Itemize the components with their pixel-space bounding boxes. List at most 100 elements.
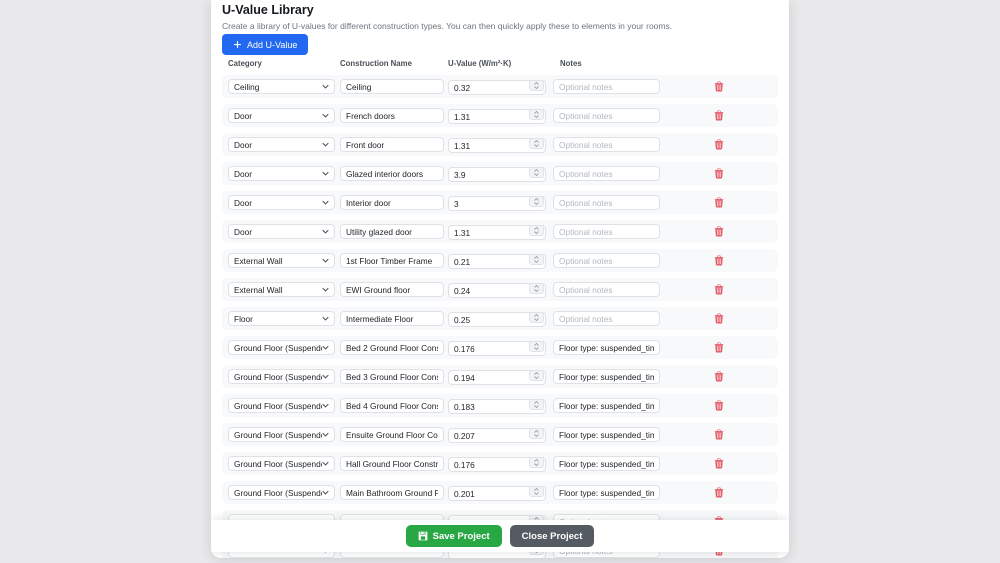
construction-name-input[interactable] xyxy=(340,166,444,181)
chevron-down-icon xyxy=(322,374,329,379)
add-uvalue-button[interactable]: Add U-Value xyxy=(222,34,308,55)
category-select-value: Floor xyxy=(234,314,253,324)
notes-input[interactable] xyxy=(553,166,660,181)
notes-input[interactable] xyxy=(553,340,660,355)
chevron-down-icon xyxy=(322,432,329,437)
construction-name-input[interactable] xyxy=(340,340,444,355)
column-header-construction-name: Construction Name xyxy=(340,59,448,68)
trash-icon[interactable] xyxy=(714,400,724,411)
category-select[interactable]: Door xyxy=(228,166,335,181)
construction-name-input[interactable] xyxy=(340,79,444,94)
notes-input[interactable] xyxy=(553,224,660,239)
notes-input[interactable] xyxy=(553,398,660,413)
number-stepper[interactable] xyxy=(529,428,544,439)
notes-input[interactable] xyxy=(553,485,660,500)
number-stepper[interactable] xyxy=(529,138,544,149)
chevron-down-icon xyxy=(322,490,329,495)
number-stepper[interactable] xyxy=(529,457,544,468)
trash-icon[interactable] xyxy=(714,255,724,266)
category-select[interactable]: Ground Floor (Suspended) xyxy=(228,369,335,384)
number-stepper[interactable] xyxy=(529,486,544,497)
notes-input[interactable] xyxy=(553,108,660,123)
number-stepper[interactable] xyxy=(529,167,544,178)
uvalue-field xyxy=(448,136,546,154)
construction-name-input[interactable] xyxy=(340,369,444,384)
notes-input[interactable] xyxy=(553,195,660,210)
category-select[interactable]: Ground Floor (Suspended) xyxy=(228,485,335,500)
uvalue-field xyxy=(448,484,546,502)
trash-icon[interactable] xyxy=(714,226,724,237)
trash-icon[interactable] xyxy=(714,81,724,92)
trash-icon[interactable] xyxy=(714,371,724,382)
category-select[interactable]: Ground Floor (Suspended) xyxy=(228,398,335,413)
trash-icon[interactable] xyxy=(714,284,724,295)
trash-icon[interactable] xyxy=(714,458,724,469)
trash-icon[interactable] xyxy=(714,487,724,498)
notes-input[interactable] xyxy=(553,456,660,471)
close-project-button[interactable]: Close Project xyxy=(510,525,595,547)
trash-icon[interactable] xyxy=(714,110,724,121)
trash-icon[interactable] xyxy=(714,313,724,324)
category-select-value: Ceiling xyxy=(234,82,259,92)
construction-name-input[interactable] xyxy=(340,108,444,123)
number-stepper[interactable] xyxy=(529,225,544,236)
page-title: U-Value Library xyxy=(222,3,314,17)
notes-input[interactable] xyxy=(553,137,660,152)
notes-input[interactable] xyxy=(553,79,660,94)
uvalue-field xyxy=(448,194,546,212)
notes-input[interactable] xyxy=(553,253,660,268)
category-select[interactable]: External Wall xyxy=(228,282,335,297)
trash-icon[interactable] xyxy=(714,197,724,208)
notes-input[interactable] xyxy=(553,427,660,442)
category-select[interactable]: Floor xyxy=(228,311,335,326)
uvalue-table-row: Ground Floor (Suspended) xyxy=(222,481,778,504)
construction-name-input[interactable] xyxy=(340,224,444,239)
number-stepper[interactable] xyxy=(529,109,544,120)
category-select[interactable]: Door xyxy=(228,108,335,123)
number-stepper[interactable] xyxy=(529,283,544,294)
number-stepper[interactable] xyxy=(529,399,544,410)
construction-name-input[interactable] xyxy=(340,195,444,210)
category-select[interactable]: Ground Floor (Suspended) xyxy=(228,340,335,355)
save-project-button[interactable]: Save Project xyxy=(406,525,502,547)
number-stepper[interactable] xyxy=(529,254,544,265)
number-stepper[interactable] xyxy=(529,312,544,323)
uvalue-field xyxy=(448,397,546,415)
category-select[interactable]: Ceiling xyxy=(228,79,335,94)
notes-input[interactable] xyxy=(553,282,660,297)
trash-icon[interactable] xyxy=(714,168,724,179)
notes-input[interactable] xyxy=(553,369,660,384)
uvalue-table-row: External Wall xyxy=(222,249,778,272)
notes-input[interactable] xyxy=(553,311,660,326)
construction-name-input[interactable] xyxy=(340,398,444,413)
construction-name-input[interactable] xyxy=(340,137,444,152)
construction-name-input[interactable] xyxy=(340,311,444,326)
construction-name-input[interactable] xyxy=(340,427,444,442)
category-select[interactable]: External Wall xyxy=(228,253,335,268)
number-stepper[interactable] xyxy=(529,80,544,91)
uvalue-field xyxy=(448,165,546,183)
category-select-value: Door xyxy=(234,227,252,237)
category-select[interactable]: Ground Floor (Suspended) xyxy=(228,456,335,471)
construction-name-input[interactable] xyxy=(340,282,444,297)
chevron-down-icon xyxy=(322,142,329,147)
uvalue-table-row: External Wall xyxy=(222,278,778,301)
uvalue-table-row: Ground Floor (Suspended) xyxy=(222,423,778,446)
construction-name-input[interactable] xyxy=(340,456,444,471)
trash-icon[interactable] xyxy=(714,139,724,150)
trash-icon[interactable] xyxy=(714,342,724,353)
chevron-down-icon xyxy=(322,84,329,89)
number-stepper[interactable] xyxy=(529,196,544,207)
trash-icon[interactable] xyxy=(714,429,724,440)
chevron-down-icon xyxy=(322,403,329,408)
category-select[interactable]: Door xyxy=(228,137,335,152)
construction-name-input[interactable] xyxy=(340,253,444,268)
number-stepper[interactable] xyxy=(529,370,544,381)
category-select-value: Ground Floor (Suspended) xyxy=(234,372,322,382)
column-header-category: Category xyxy=(228,59,340,68)
number-stepper[interactable] xyxy=(529,341,544,352)
category-select[interactable]: Ground Floor (Suspended) xyxy=(228,427,335,442)
category-select[interactable]: Door xyxy=(228,224,335,239)
construction-name-input[interactable] xyxy=(340,485,444,500)
category-select[interactable]: Door xyxy=(228,195,335,210)
